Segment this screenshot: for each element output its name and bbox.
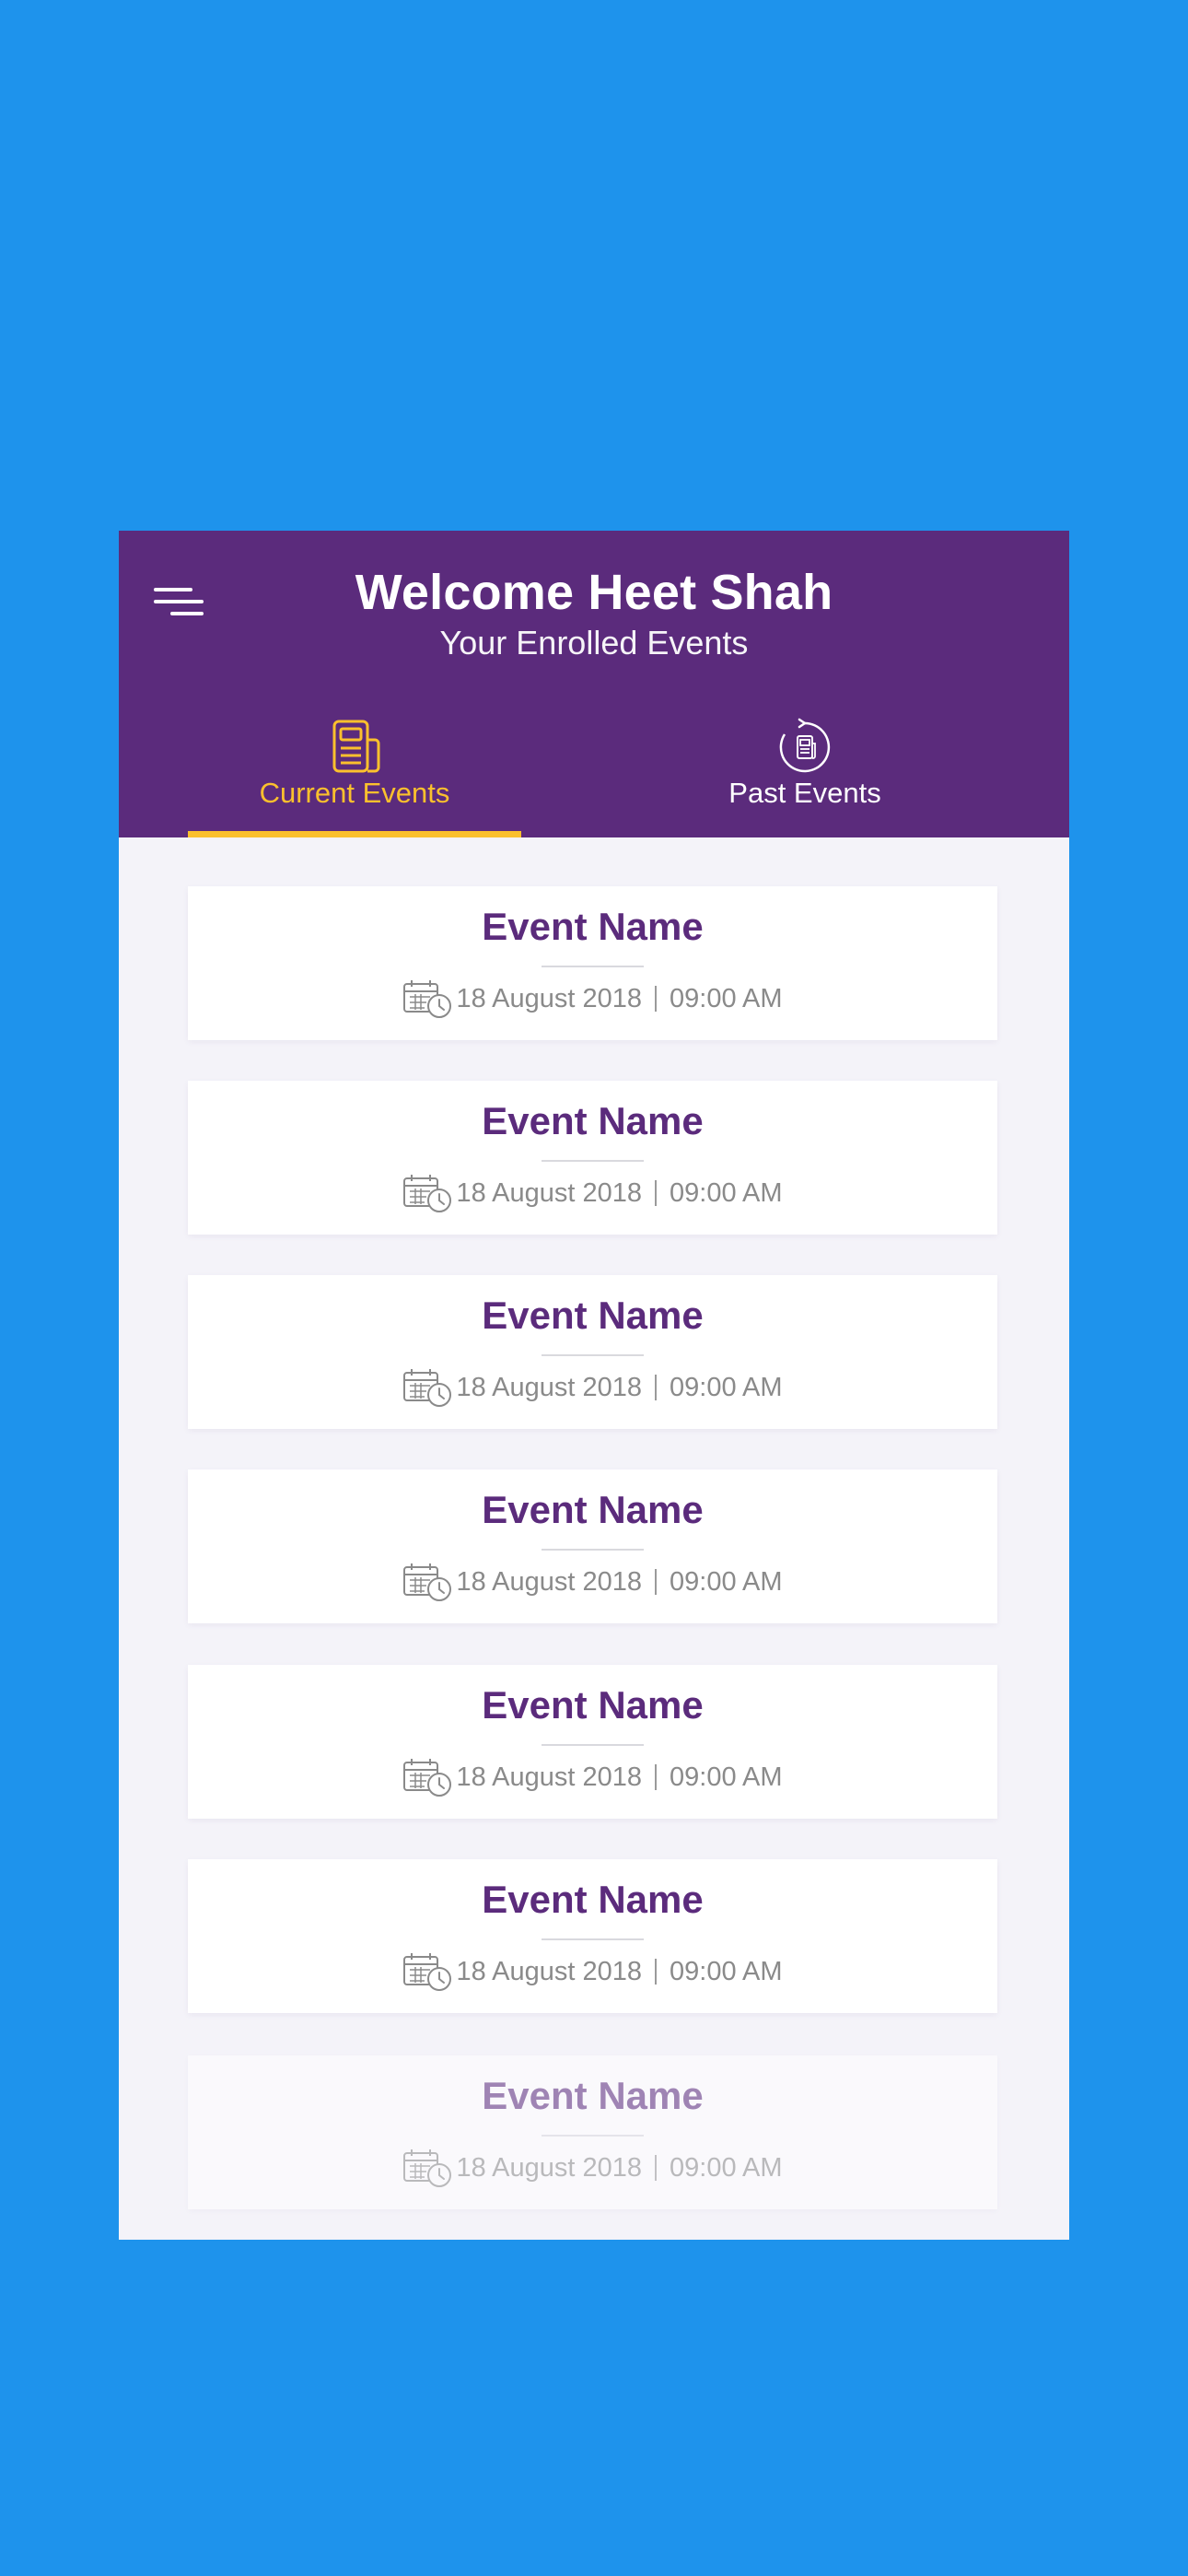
separator bbox=[655, 2155, 658, 2181]
app-screen: Welcome Heet Shah Your Enrolled Events C… bbox=[119, 531, 1069, 2240]
calendar-clock-icon bbox=[403, 1563, 452, 1601]
tab-past-events[interactable]: Past Events bbox=[638, 710, 972, 837]
event-meta: 18 August 2018 09:00 AM bbox=[188, 1367, 997, 1408]
event-name: Event Name bbox=[482, 1683, 704, 1727]
event-time: 09:00 AM bbox=[670, 1762, 783, 1792]
event-card[interactable]: Event Name 18 August 2018 09:00 AM bbox=[188, 1665, 997, 1819]
divider bbox=[542, 1744, 644, 1746]
event-name: Event Name bbox=[482, 2074, 704, 2117]
event-card[interactable]: Event Name 18 August 2018 09:00 AM bbox=[188, 886, 997, 1040]
page-subtitle: Your Enrolled Events bbox=[439, 624, 749, 662]
event-list: Event Name 18 August 2018 09:00 AM Event… bbox=[119, 837, 1069, 2240]
event-name: Event Name bbox=[482, 905, 704, 948]
divider bbox=[542, 1549, 644, 1551]
active-tab-indicator bbox=[188, 831, 521, 837]
event-date: 18 August 2018 bbox=[456, 1177, 643, 1208]
tab-current-events[interactable]: Current Events bbox=[188, 710, 521, 837]
separator bbox=[655, 1764, 658, 1790]
page-title: Welcome Heet Shah bbox=[355, 565, 833, 620]
calendar-clock-icon bbox=[403, 1953, 452, 1991]
calendar-clock-icon bbox=[403, 1175, 452, 1212]
divider bbox=[542, 1938, 644, 1940]
app-header: Welcome Heet Shah Your Enrolled Events C… bbox=[119, 531, 1069, 837]
event-meta: 18 August 2018 09:00 AM bbox=[188, 1757, 997, 1797]
event-card[interactable]: Event Name 18 August 2018 09:00 AM bbox=[188, 1081, 997, 1235]
calendar-clock-icon bbox=[403, 1759, 452, 1797]
divider bbox=[542, 1354, 644, 1356]
event-meta: 18 August 2018 09:00 AM bbox=[188, 1173, 997, 1213]
event-date: 18 August 2018 bbox=[456, 1762, 643, 1792]
event-name: Event Name bbox=[482, 1099, 704, 1142]
event-meta: 18 August 2018 09:00 AM bbox=[188, 2148, 997, 2188]
event-date: 18 August 2018 bbox=[456, 983, 643, 1013]
event-time: 09:00 AM bbox=[670, 1372, 783, 1402]
event-date: 18 August 2018 bbox=[456, 1566, 643, 1597]
event-date: 18 August 2018 bbox=[456, 2152, 643, 2183]
separator bbox=[655, 1569, 658, 1595]
separator bbox=[655, 1959, 658, 1985]
history-icon bbox=[779, 718, 831, 773]
event-card[interactable]: Event Name 18 August 2018 09:00 AM bbox=[188, 1859, 997, 2013]
event-time: 09:00 AM bbox=[670, 2152, 783, 2183]
event-date: 18 August 2018 bbox=[456, 1372, 643, 1402]
event-time: 09:00 AM bbox=[670, 1566, 783, 1597]
event-card[interactable]: Event Name 18 August 2018 09:00 AM bbox=[188, 1469, 997, 1623]
divider bbox=[542, 2135, 644, 2137]
calendar-clock-icon bbox=[403, 980, 452, 1018]
event-time: 09:00 AM bbox=[670, 1177, 783, 1208]
event-name: Event Name bbox=[482, 1294, 704, 1337]
event-meta: 18 August 2018 09:00 AM bbox=[188, 1562, 997, 1602]
separator bbox=[655, 986, 658, 1012]
event-meta: 18 August 2018 09:00 AM bbox=[188, 978, 997, 1019]
calendar-clock-icon bbox=[403, 2149, 452, 2187]
event-time: 09:00 AM bbox=[670, 1956, 783, 1986]
event-card[interactable]: Event Name 18 August 2018 09:00 AM bbox=[188, 1275, 997, 1429]
divider bbox=[542, 1160, 644, 1162]
event-name: Event Name bbox=[482, 1878, 704, 1921]
separator bbox=[655, 1180, 658, 1206]
calendar-clock-icon bbox=[403, 1369, 452, 1407]
event-meta: 18 August 2018 09:00 AM bbox=[188, 1951, 997, 1992]
tab-past-events-label: Past Events bbox=[728, 777, 881, 809]
event-card[interactable]: Event Name 18 August 2018 09:00 AM bbox=[188, 2055, 997, 2209]
event-name: Event Name bbox=[482, 1488, 704, 1531]
event-date: 18 August 2018 bbox=[456, 1956, 643, 1986]
separator bbox=[655, 1375, 658, 1400]
newspaper-icon bbox=[332, 720, 380, 773]
event-time: 09:00 AM bbox=[670, 983, 783, 1013]
divider bbox=[542, 966, 644, 967]
tab-current-events-label: Current Events bbox=[259, 777, 450, 809]
